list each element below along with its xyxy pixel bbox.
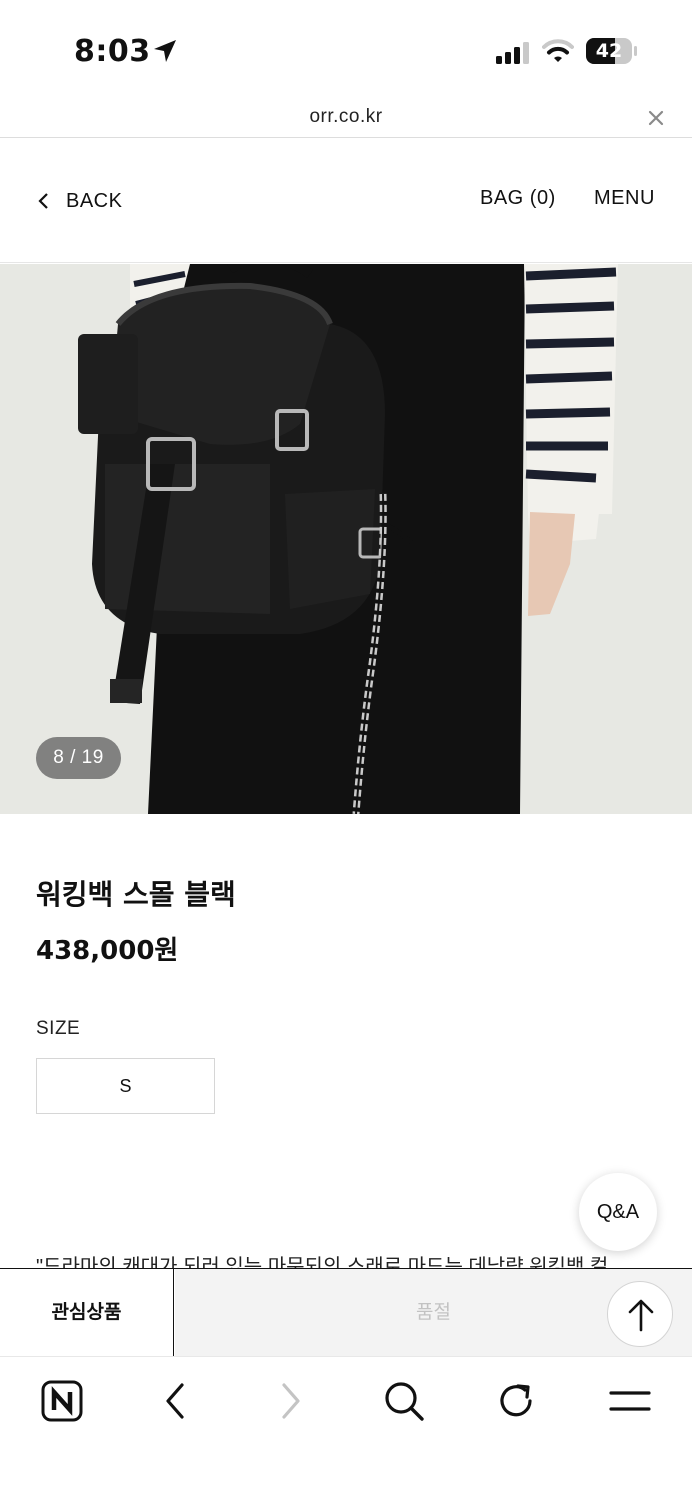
- back-arrow-icon[interactable]: [154, 1379, 198, 1423]
- location-arrow-icon: [154, 40, 176, 62]
- back-button[interactable]: BACK: [36, 187, 122, 215]
- product-name: 워킹백 스몰 블랙: [36, 878, 236, 911]
- refresh-icon[interactable]: [494, 1379, 538, 1423]
- back-label: BACK: [66, 189, 123, 212]
- product-photo: [0, 264, 692, 814]
- bag-button[interactable]: BAG (0): [480, 187, 556, 210]
- chevron-left-icon: [38, 193, 48, 209]
- browser-toolbar: [0, 1356, 692, 1500]
- close-icon[interactable]: [646, 108, 666, 128]
- image-counter: 8 / 19: [36, 737, 121, 779]
- menu-button[interactable]: MENU: [594, 187, 655, 210]
- address-url[interactable]: orr.co.kr: [0, 106, 692, 128]
- menu-icon[interactable]: [608, 1379, 652, 1423]
- cellular-signal-icon: [496, 42, 529, 64]
- status-bar: 8:03 42: [0, 0, 692, 100]
- status-time: 8:03: [74, 34, 151, 69]
- forward-arrow-icon[interactable]: [268, 1379, 312, 1423]
- size-label: SIZE: [36, 1018, 81, 1039]
- address-bar: orr.co.kr: [0, 100, 692, 138]
- arrow-up-icon: [628, 1299, 654, 1332]
- battery-level: 42: [595, 40, 623, 62]
- action-bar: 관심상품 품절: [0, 1268, 692, 1356]
- scroll-top-button[interactable]: [607, 1281, 673, 1347]
- qa-button[interactable]: Q&A: [579, 1173, 657, 1251]
- product-image[interactable]: 8 / 19: [0, 264, 692, 814]
- description-text: "드라마의 캐대가 되러 있는 마문되의 스래로 마드는 데남량 워킹백 컬: [36, 1256, 609, 1268]
- description-preview: "드라마의 캐대가 되러 있는 마문되의 스래로 마드는 데남량 워킹백 컬: [36, 1256, 656, 1268]
- site-header: BACK BAG (0) MENU: [0, 139, 692, 263]
- naver-home-icon[interactable]: [40, 1379, 84, 1423]
- wishlist-button[interactable]: 관심상품: [0, 1269, 174, 1356]
- product-price: 438,000원: [36, 936, 179, 966]
- size-option-s[interactable]: S: [36, 1058, 215, 1114]
- search-icon[interactable]: [382, 1379, 426, 1423]
- wifi-icon: [542, 39, 574, 62]
